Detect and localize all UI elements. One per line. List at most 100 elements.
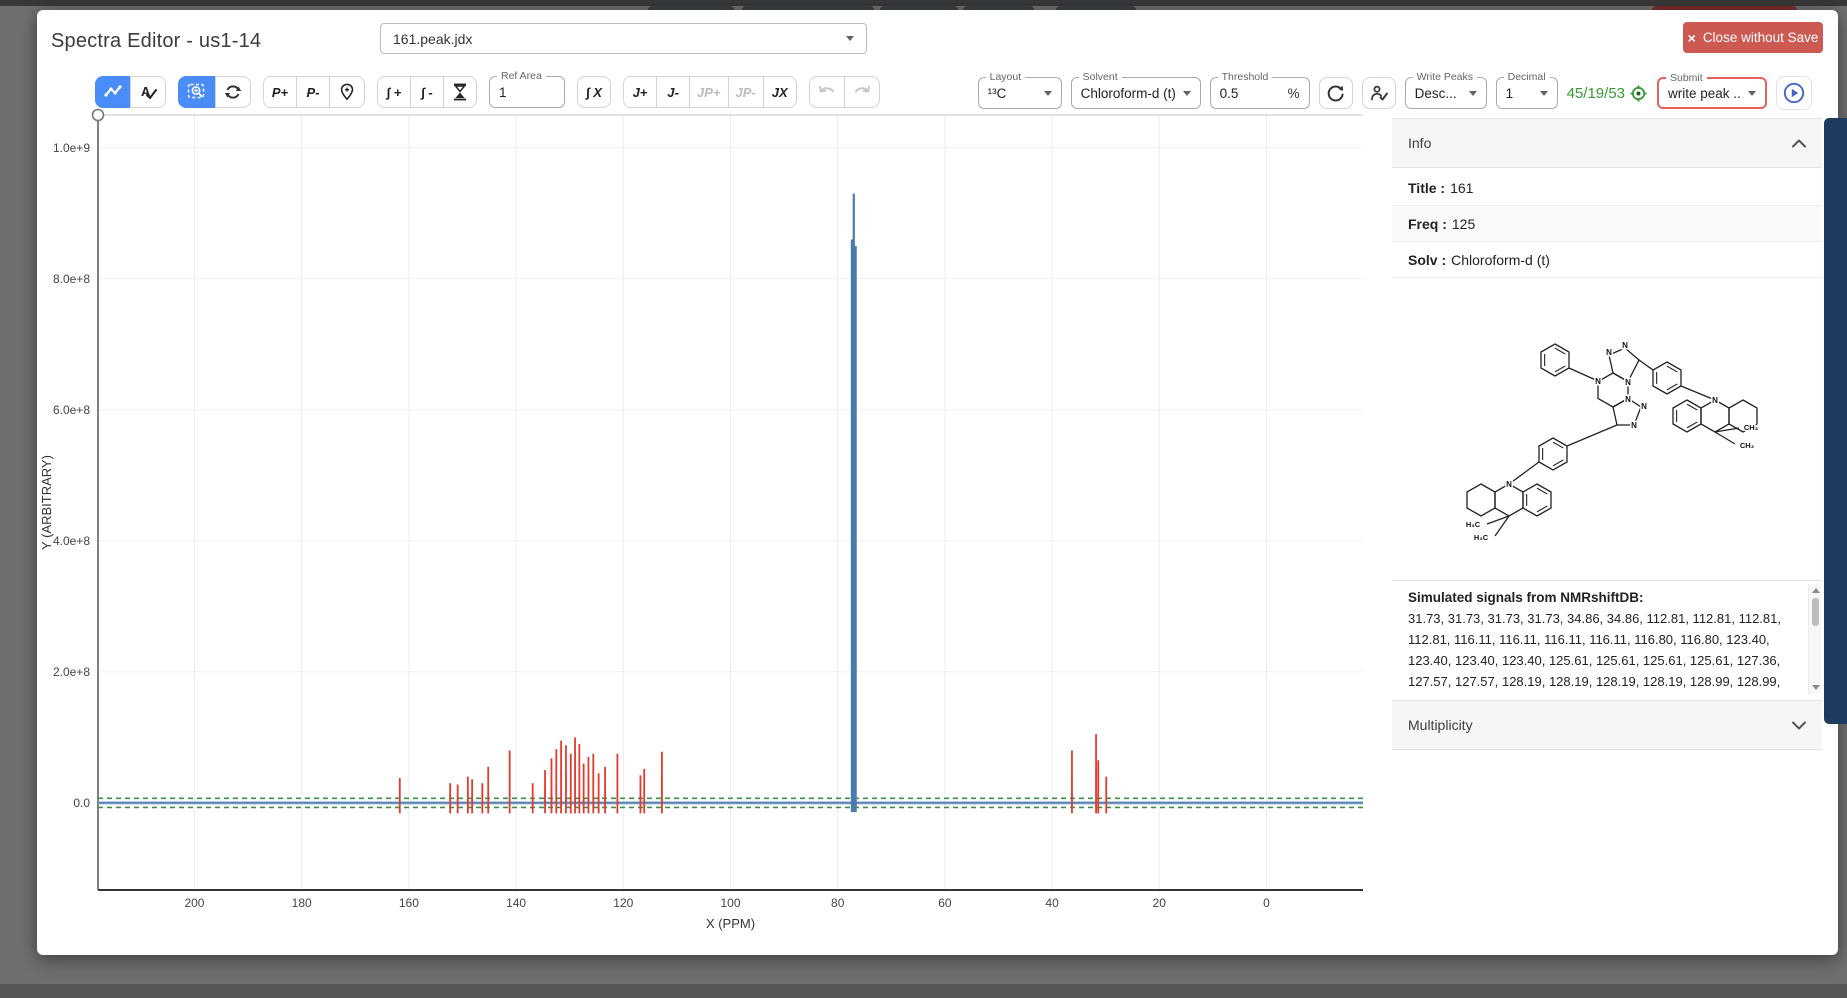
peak-add-button[interactable]: P+ xyxy=(263,76,297,108)
chevron-down-icon xyxy=(1540,91,1548,96)
user-check-icon xyxy=(1369,83,1389,103)
submit-select[interactable]: Submit write peak ... xyxy=(1657,77,1767,109)
y-scale-handle[interactable] xyxy=(93,110,104,121)
integral-remove-button[interactable]: ∫ - xyxy=(410,76,444,108)
multiplicity-header-label: Multiplicity xyxy=(1408,717,1473,733)
target-icon[interactable] xyxy=(1629,84,1648,103)
svg-text:Y (ARBITRARY): Y (ARBITRARY) xyxy=(39,455,54,550)
j-remove-button[interactable]: J- xyxy=(656,76,690,108)
svg-text:N: N xyxy=(1631,421,1637,430)
pin-add-button[interactable] xyxy=(329,76,365,108)
peak-counter-value: 45/19/53 xyxy=(1567,85,1625,102)
scroll-down-arrow-icon[interactable] xyxy=(1812,685,1820,690)
close-button-label: Close without Save xyxy=(1703,30,1819,45)
svg-text:160: 160 xyxy=(399,896,419,910)
svg-text:140: 140 xyxy=(506,896,526,910)
multiplicity-accordion-header[interactable]: Multiplicity xyxy=(1392,700,1822,750)
info-row-title: Title : 161 xyxy=(1392,170,1822,206)
svg-text:120: 120 xyxy=(613,896,633,910)
close-without-save-button[interactable]: × Close without Save xyxy=(1683,22,1823,53)
info-accordion-header[interactable]: Info xyxy=(1392,118,1822,168)
jp-add-button[interactable]: JP+ xyxy=(689,76,729,108)
integral-add-button[interactable]: ∫ + xyxy=(377,76,411,108)
layout-label: Layout xyxy=(986,71,1026,83)
peak-counter: 45/19/53 xyxy=(1567,84,1648,103)
info-row-label: Title : xyxy=(1408,180,1445,196)
reset-zoom-icon xyxy=(223,82,243,102)
peak-remove-label: P- xyxy=(307,85,320,100)
solvent-label: Solvent xyxy=(1079,71,1122,83)
close-icon: × xyxy=(1688,30,1696,46)
jp-remove-button[interactable]: JP- xyxy=(728,76,764,108)
svg-text:80: 80 xyxy=(831,896,845,910)
svg-text:2.0e+8: 2.0e+8 xyxy=(53,665,90,679)
scroll-up-arrow-icon[interactable] xyxy=(1812,588,1820,593)
peak-add-label: P+ xyxy=(272,85,288,100)
write-peaks-select[interactable]: Write Peaks Desc... xyxy=(1405,77,1487,109)
write-peaks-label: Write Peaks xyxy=(1413,71,1477,83)
svg-text:0.0: 0.0 xyxy=(73,796,90,810)
molecule-image-box: NNNNNNNNNH₃CH₃CCH₃CH₃ xyxy=(1392,278,1822,578)
info-row-solv: Solv : Chloroform-d (t) xyxy=(1392,242,1822,278)
ref-area-label: Ref Area xyxy=(497,70,546,82)
jx-button[interactable]: JX xyxy=(763,76,797,108)
threshold-input[interactable] xyxy=(1220,86,1262,101)
redo-button[interactable] xyxy=(844,76,880,108)
svg-text:N: N xyxy=(1625,395,1631,404)
file-select-value: 161.peak.jdx xyxy=(393,31,472,47)
submit-label: Submit xyxy=(1666,72,1707,84)
threshold-label: Threshold xyxy=(1218,71,1273,83)
chevron-up-icon xyxy=(1792,139,1806,148)
box-zoom-button[interactable] xyxy=(178,76,216,108)
decimal-value: 1 xyxy=(1506,86,1514,101)
chevron-down-icon xyxy=(846,36,854,41)
file-select[interactable]: 161.peak.jdx xyxy=(380,23,867,54)
jx-label: JX xyxy=(772,85,788,100)
svg-text:100: 100 xyxy=(720,896,740,910)
decimal-select[interactable]: Decimal 1 xyxy=(1496,77,1558,109)
info-row-value: 161 xyxy=(1450,180,1473,196)
ref-area-field[interactable]: Ref Area xyxy=(489,76,565,108)
auto-assign-button[interactable]: A xyxy=(130,76,166,108)
j-remove-label: J- xyxy=(667,85,679,100)
info-row-label: Freq : xyxy=(1408,216,1447,232)
reset-zoom-button[interactable] xyxy=(215,76,251,108)
svg-text:CH₃: CH₃ xyxy=(1740,441,1755,450)
scrollbar-thumb[interactable] xyxy=(1812,598,1819,626)
jp-add-label: JP+ xyxy=(697,85,721,100)
jp-remove-label: JP- xyxy=(736,85,756,100)
j-add-button[interactable]: J+ xyxy=(623,76,657,108)
j-add-label: J+ xyxy=(633,85,648,100)
ref-area-input[interactable] xyxy=(499,85,555,100)
svg-text:N: N xyxy=(1641,402,1647,411)
integral-x-button[interactable]: ∫ X xyxy=(577,76,611,108)
info-header-label: Info xyxy=(1408,135,1431,151)
svg-text:N: N xyxy=(1606,348,1612,357)
svg-text:4.0e+8: 4.0e+8 xyxy=(53,534,90,548)
svg-text:H₃C: H₃C xyxy=(1466,520,1481,529)
signals-box[interactable]: Simulated signals from NMRshiftDB: 31.73… xyxy=(1392,580,1822,699)
molecule-structure: NNNNNNNNNH₃CH₃CCH₃CH₃ xyxy=(1412,278,1802,578)
signals-text: 31.73, 31.73, 31.73, 31.73, 34.86, 34.86… xyxy=(1408,608,1792,692)
chart-toolbar: A xyxy=(95,76,880,108)
line-mode-button[interactable] xyxy=(95,76,131,108)
svg-text:20: 20 xyxy=(1153,896,1167,910)
info-row-value: Chloroform-d (t) xyxy=(1451,252,1550,268)
svg-text:N: N xyxy=(1595,377,1601,386)
info-row-freq: Freq : 125 xyxy=(1392,206,1822,242)
signals-scrollbar[interactable] xyxy=(1808,584,1821,694)
percent-suffix: % xyxy=(1288,86,1300,101)
submit-play-button[interactable] xyxy=(1776,76,1812,110)
spectrum-chart[interactable]: 2001801601401201008060402000.02.0e+84.0e… xyxy=(37,105,1382,940)
chevron-down-icon xyxy=(1792,721,1806,730)
peak-remove-button[interactable]: P- xyxy=(296,76,330,108)
undo-button[interactable] xyxy=(809,76,845,108)
background-navy-panel-edge xyxy=(1824,118,1847,724)
refresh-icon xyxy=(1326,83,1346,103)
box-zoom-icon xyxy=(186,81,208,103)
chevron-down-icon xyxy=(1469,91,1477,96)
solvent-value: Chloroform-d (t): 7... xyxy=(1081,86,1177,101)
hourglass-button[interactable] xyxy=(443,76,477,108)
svg-text:6.0e+8: 6.0e+8 xyxy=(53,403,90,417)
layout-value: ¹³C xyxy=(988,86,1007,101)
